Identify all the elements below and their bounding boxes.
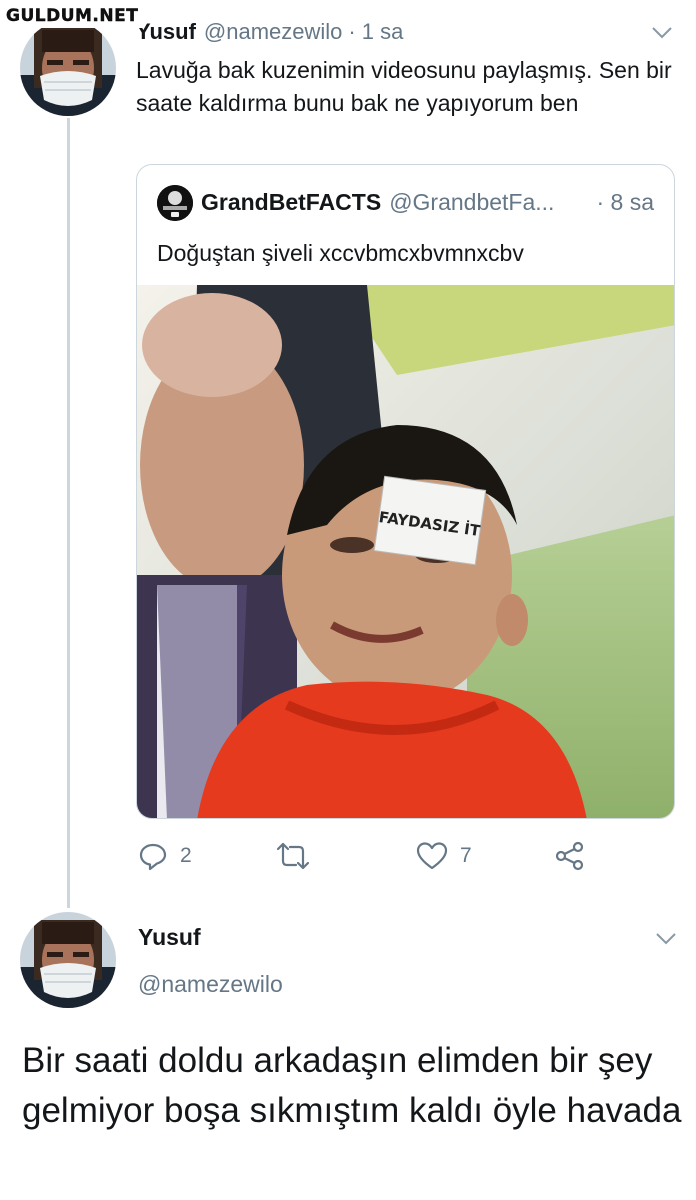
tweet-text: Lavuğa bak kuzenimin videosunu paylaşmış… xyxy=(136,57,672,116)
quoted-text: Doğuştan şiveli xccvbmcxbvmnxcbv xyxy=(157,240,524,266)
reply-text: Bir saati doldu arkadaşın elimden bir şe… xyxy=(22,1041,682,1130)
author-handle[interactable]: @namezewilo xyxy=(204,19,343,44)
reply-count: 2 xyxy=(180,844,192,867)
heart-icon xyxy=(416,842,448,870)
reply-avatar[interactable] xyxy=(20,912,116,1008)
chevron-down-icon[interactable] xyxy=(655,932,677,946)
reply-icon xyxy=(139,843,167,871)
avatar[interactable] xyxy=(20,20,116,116)
retweet-icon xyxy=(276,842,310,870)
thread-connector-line xyxy=(67,118,70,908)
tweet-actions: 2 7 xyxy=(136,836,676,876)
author-name[interactable]: Yusuf xyxy=(136,19,196,44)
quoted-time: · 8 sa xyxy=(596,189,654,215)
video-thumbnail[interactable]: FAYDASIZ İT xyxy=(137,285,674,818)
like-button[interactable]: 7 xyxy=(416,836,472,876)
quoted-author-name: GrandBetFACTS xyxy=(201,189,382,215)
quoted-header: GrandBetFACTS @GrandbetFa... xyxy=(201,187,554,217)
separator-dot: · xyxy=(348,19,356,44)
tweet-time[interactable]: 1 sa xyxy=(362,19,404,44)
reply-author-name[interactable]: Yusuf xyxy=(138,922,201,952)
quoted-author-handle: @GrandbetFa... xyxy=(389,189,555,215)
share-button[interactable] xyxy=(554,836,586,876)
tweet-header: Yusuf @namezewilo · 1 sa xyxy=(136,18,403,46)
quoted-tweet-card[interactable]: GrandBetFACTS @GrandbetFa... · 8 sa Doğuş… xyxy=(136,164,675,819)
quoted-avatar xyxy=(157,185,193,221)
chevron-down-icon[interactable] xyxy=(651,26,673,40)
retweet-button[interactable] xyxy=(276,836,322,876)
reply-author-handle[interactable]: @namezewilo xyxy=(138,969,283,999)
like-count: 7 xyxy=(460,844,472,867)
reply-button[interactable]: 2 xyxy=(138,836,192,876)
site-watermark: GULDUM.NET xyxy=(0,4,145,28)
share-icon xyxy=(555,841,584,871)
